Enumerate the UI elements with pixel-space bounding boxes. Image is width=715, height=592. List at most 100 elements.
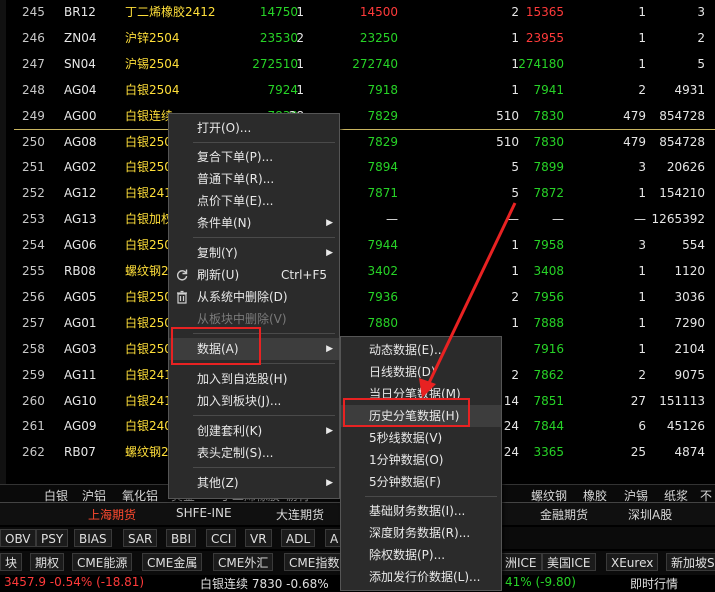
indicator-button[interactable]: OBV [0, 529, 36, 547]
group-button[interactable]: 新加坡S [666, 553, 715, 571]
bid-volume: 510 [496, 108, 519, 123]
group-button[interactable]: CME外汇 [213, 553, 274, 571]
menu-condition-order[interactable]: 条件单(N) ▶ [169, 212, 339, 234]
ask-price: 7958 [533, 238, 564, 253]
bid-price: 14500 [359, 5, 398, 19]
submenu-deep-financial[interactable]: 深度财务数据(R)... [341, 522, 501, 544]
row-number: 245 [22, 5, 45, 19]
bid-price: 7880 [367, 315, 398, 330]
table-row[interactable]: 248 AG04 白银2504 7924 1 7918 1 7941 2 4931 [0, 78, 715, 103]
menu-arbitrage[interactable]: 创建套利(K) ▶ [169, 420, 339, 442]
ask-volume: 1 [638, 315, 646, 330]
indicator-button[interactable]: SAR [123, 529, 158, 547]
bid-volume: 1 [511, 238, 519, 253]
contract-name: 丁二烯橡胶2412 [125, 5, 216, 19]
menu-add-block[interactable]: 加入到板块(J)... [169, 390, 339, 412]
indicator-button[interactable]: BIAS [74, 529, 112, 547]
menu-copy[interactable]: 复制(Y) ▶ [169, 242, 339, 264]
volume-cell: 1 [296, 5, 304, 19]
market-tab[interactable]: SHFE-INE [176, 506, 232, 520]
submenu-issue-price[interactable]: 添加发行价数据(L)... [341, 566, 501, 588]
ask-price: 7941 [533, 82, 564, 97]
submenu-5min-data[interactable]: 5分钟数据(F) [341, 471, 501, 493]
contract-code: AG00 [64, 108, 97, 123]
live-quote-label[interactable]: 即时行情 [630, 575, 678, 592]
menu-other[interactable]: 其他(Z) ▶ [169, 472, 339, 494]
table-row[interactable]: 249AG00白银连续78302878295107830479854728 [0, 104, 715, 129]
table-row[interactable]: 251AG02白银25021789457899320626 [0, 155, 715, 180]
group-button[interactable]: CME金属 [142, 553, 203, 571]
menu-normal-order[interactable]: 普通下单(R)... [169, 168, 339, 190]
submenu-financial-data[interactable]: 基础财务数据(I)... [341, 500, 501, 522]
submenu-1min-data[interactable]: 1分钟数据(O) [341, 449, 501, 471]
row-number: 252 [22, 186, 45, 201]
table-row[interactable]: 247 SN04 沪锡2504 272510 1 272740 1 274180 1 5 [0, 52, 715, 77]
submenu-5sec-data[interactable]: 5秒线数据(V) [341, 427, 501, 449]
submenu-arrow-icon: ▶ [326, 478, 333, 488]
group-button[interactable]: XEurex [606, 553, 659, 571]
open-interest: 45126 [666, 419, 705, 434]
bid-volume: 24 [503, 419, 519, 434]
menu-open[interactable]: 打开(O)... [169, 117, 339, 139]
indicator-button[interactable]: PSY [36, 529, 69, 547]
group-button[interactable]: 期权 [30, 553, 65, 571]
ask-price: 23955 [525, 30, 564, 45]
submenu-daily-data[interactable]: 日线数据(D) [341, 361, 501, 383]
submenu-arrow-icon: ▶ [326, 218, 333, 228]
table-row[interactable]: 252AG12白银241217871578721154210 [0, 181, 715, 206]
ask-price: 7844 [533, 419, 564, 434]
contract-code: AG05 [64, 289, 97, 304]
group-button[interactable]: 洲ICE [500, 553, 542, 571]
open-interest: 854728 [659, 108, 705, 123]
market-tab[interactable]: 大连期货 [276, 506, 324, 523]
table-row[interactable]: 245 BR12 丁二烯橡胶2412 14750 1 14500 2 15365 1 3 [0, 0, 715, 25]
menu-header-custom[interactable]: 表头定制(S)... [169, 442, 339, 464]
table-row[interactable]: 253AG13白银加权29————1265392 [0, 207, 715, 232]
indicator-button[interactable]: VR [245, 529, 272, 547]
open-interest: 151113 [659, 393, 705, 408]
ask-volume: 479 [623, 108, 646, 123]
ask-volume: 1 [638, 186, 646, 201]
submenu-exright-data[interactable]: 除权数据(P)... [341, 544, 501, 566]
highlight-box-data [171, 327, 261, 365]
group-button[interactable]: CME能源 [72, 553, 133, 571]
indicator-button[interactable]: ADL [281, 529, 316, 547]
indicator-button[interactable]: CCI [206, 529, 237, 547]
last-price: 7924 [267, 82, 298, 97]
group-button[interactable]: 美国ICE [542, 553, 596, 571]
menu-complex-order[interactable]: 复合下单(P)... [169, 146, 339, 168]
table-row[interactable]: 255RB08螺纹钢2508134021340811120 [0, 259, 715, 284]
ask-volume: 1 [638, 5, 646, 19]
last-price: 23530 [259, 30, 298, 45]
table-row[interactable]: 254AG06白银250627944179583554 [0, 233, 715, 258]
menu-add-watchlist[interactable]: 加入到自选股(H) [169, 368, 339, 390]
table-row[interactable]: 246 ZN04 沪锌2504 23530 2 23250 1 23955 1 2 [0, 26, 715, 51]
contract-code: AG10 [64, 393, 97, 408]
group-button[interactable]: CME指数 [284, 553, 345, 571]
contract-name: 白银加权 [125, 212, 174, 227]
bid-volume: 1 [511, 315, 519, 330]
market-tab[interactable]: 上海期货 [88, 506, 136, 523]
ask-volume: 479 [623, 134, 646, 149]
ask-price: 7899 [533, 160, 564, 175]
table-row[interactable]: 257AG01白银2501278801788817290 [0, 311, 715, 336]
current-quote-readout: 白银连续 7830 -0.68% [200, 577, 329, 591]
open-interest: 20626 [666, 160, 705, 175]
group-button[interactable]: 块 [0, 553, 23, 571]
table-row[interactable]: 250AG08白银25082878295107830479854728 [0, 130, 715, 155]
ask-price: 7872 [533, 186, 564, 201]
submenu-dynamic-data[interactable]: 动态数据(E)... [341, 339, 501, 361]
indicator-button[interactable]: BBI [166, 529, 197, 547]
table-row[interactable]: 256AG05白银2505179362795613036 [0, 285, 715, 310]
ask-volume: 2 [638, 82, 646, 97]
menu-refresh[interactable]: 刷新(U) Ctrl+F5 [169, 264, 339, 286]
market-tab[interactable]: 深圳A股 [628, 506, 672, 523]
market-tab[interactable]: 金融期货 [540, 506, 588, 523]
row-number: 246 [22, 30, 45, 45]
ask-volume: 1 [638, 56, 646, 71]
menu-delete-system[interactable]: 从系统中删除(D) [169, 286, 339, 308]
open-interest: 3 [697, 5, 705, 19]
menu-point-order[interactable]: 点价下单(E)... [169, 190, 339, 212]
row-number: 259 [22, 367, 45, 382]
ask-price: 7916 [533, 341, 564, 356]
